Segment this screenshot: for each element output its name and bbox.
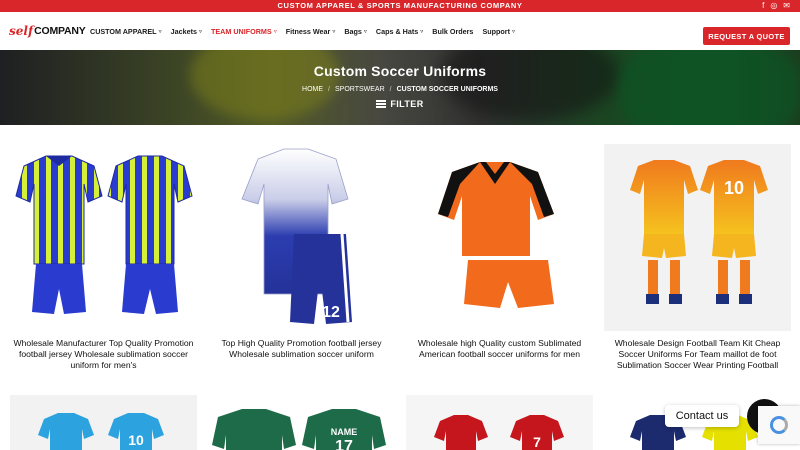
- nav-label: Fitness Wear: [285, 26, 331, 36]
- filter-label: FILTER: [390, 99, 424, 109]
- nav-label: TEAM UNIFORMS: [210, 26, 272, 36]
- breadcrumb-home[interactable]: HOME: [302, 86, 323, 93]
- chevron-down-icon: ▿: [273, 28, 277, 35]
- nav-item-caps-hats[interactable]: Caps & Hats ▿: [376, 27, 423, 36]
- filter-button[interactable]: FILTER: [0, 99, 800, 109]
- product-card[interactable]: 12 Top High Quality Promotion football j…: [208, 144, 395, 360]
- email-icon[interactable]: ✉: [783, 1, 790, 11]
- chevron-down-icon: ▿: [511, 28, 515, 35]
- product-card[interactable]: 10 Wholesale Design Football Team Kit Ch…: [604, 144, 791, 371]
- nav-label: CUSTOM APPAREL: [90, 26, 157, 36]
- nav-item-team-uniforms[interactable]: TEAM UNIFORMS ▿: [211, 27, 277, 36]
- soccer-kit-image: NAME 17: [212, 409, 386, 450]
- recaptcha-icon: [770, 416, 788, 434]
- product-image[interactable]: [406, 144, 593, 331]
- breadcrumb-current: CUSTOM SOCCER UNIFORMS: [396, 86, 498, 93]
- logo-self-text: self: [9, 24, 34, 38]
- nav-label: Support: [482, 26, 510, 36]
- jersey-number: 10: [724, 178, 744, 198]
- nav-label: Bulk Orders: [432, 26, 474, 36]
- product-image[interactable]: 10: [604, 144, 791, 331]
- chevron-down-icon: ▿: [158, 28, 162, 35]
- breadcrumb-sportswear[interactable]: SPORTSWEAR: [335, 86, 385, 93]
- jersey-name: NAME: [331, 427, 358, 437]
- nav-label: Jackets: [170, 26, 197, 36]
- soccer-kit-image: [15, 155, 193, 314]
- nav-item-bulk-orders[interactable]: Bulk Orders: [432, 27, 473, 36]
- logo-company-text: COMPANY: [34, 25, 86, 37]
- jersey-number: 7: [533, 434, 541, 450]
- product-card[interactable]: Wholesale Manufacturer Top Quality Promo…: [10, 144, 197, 371]
- product-card-partial[interactable]: 10: [10, 395, 197, 450]
- chevron-down-icon: ▿: [420, 28, 424, 35]
- chevron-down-icon: ▿: [332, 28, 336, 35]
- jersey-number: 12: [322, 304, 340, 321]
- filter-icon: [376, 100, 387, 108]
- soccer-kit-image: 7: [434, 415, 564, 450]
- soccer-kit-image: 10: [38, 413, 164, 450]
- product-title[interactable]: Wholesale Design Football Team Kit Cheap…: [604, 338, 791, 371]
- product-image[interactable]: [10, 144, 197, 331]
- product-title[interactable]: Wholesale Manufacturer Top Quality Promo…: [10, 338, 197, 371]
- product-title[interactable]: Wholesale high Quality custom Sublimated…: [406, 338, 593, 360]
- top-announcement-bar: CUSTOM APPAREL & SPORTS MANUFACTURING CO…: [0, 0, 800, 12]
- contact-us-label[interactable]: Contact us: [665, 405, 739, 427]
- nav-item-support[interactable]: Support ▿: [482, 27, 515, 36]
- chevron-down-icon: ▿: [198, 28, 202, 35]
- breadcrumb: HOME / SPORTSWEAR / CUSTOM SOCCER UNIFOR…: [0, 86, 800, 93]
- instagram-icon[interactable]: ◎: [770, 1, 777, 11]
- request-quote-button[interactable]: REQUEST A QUOTE: [703, 27, 790, 45]
- nav-item-jackets[interactable]: Jackets ▿: [171, 27, 202, 36]
- site-logo[interactable]: self COMPANY: [9, 18, 86, 44]
- product-title[interactable]: Top High Quality Promotion football jers…: [208, 338, 395, 360]
- facebook-icon[interactable]: f: [762, 1, 764, 11]
- nav-label: Bags: [344, 26, 362, 36]
- jersey-number: 10: [128, 432, 144, 448]
- main-navigation: CUSTOM APPAREL ▿ Jackets ▿ TEAM UNIFORMS ▿ …: [90, 12, 515, 50]
- nav-item-custom-apparel[interactable]: CUSTOM APPAREL ▿: [90, 27, 162, 36]
- nav-label: Caps & Hats: [375, 26, 419, 36]
- soccer-kit-image: 10: [630, 160, 768, 304]
- chevron-down-icon: ▿: [363, 28, 367, 35]
- product-card-partial[interactable]: NAME 17: [208, 395, 395, 450]
- product-card-partial[interactable]: 7: [406, 395, 593, 450]
- recaptcha-badge[interactable]: [758, 406, 800, 444]
- jersey-number: 17: [335, 438, 353, 450]
- soccer-kit-image: [438, 162, 554, 308]
- page-title: Custom Soccer Uniforms: [313, 63, 487, 79]
- breadcrumb-separator: /: [389, 86, 392, 93]
- category-hero-banner: Custom Soccer Uniforms HOME / SPORTSWEAR…: [0, 50, 800, 125]
- social-links: f ◎ ✉: [762, 1, 790, 11]
- product-image[interactable]: 12: [208, 144, 395, 331]
- soccer-kit-image: 12: [241, 148, 352, 324]
- nav-item-fitness-wear[interactable]: Fitness Wear ▿: [286, 27, 336, 36]
- product-card[interactable]: Wholesale high Quality custom Sublimated…: [406, 144, 593, 360]
- site-header: self COMPANY CUSTOM APPAREL ▿ Jackets ▿ TE…: [0, 12, 800, 50]
- breadcrumb-separator: /: [328, 86, 330, 93]
- nav-item-bags[interactable]: Bags ▿: [344, 27, 367, 36]
- promo-text: CUSTOM APPAREL & SPORTS MANUFACTURING CO…: [277, 1, 523, 10]
